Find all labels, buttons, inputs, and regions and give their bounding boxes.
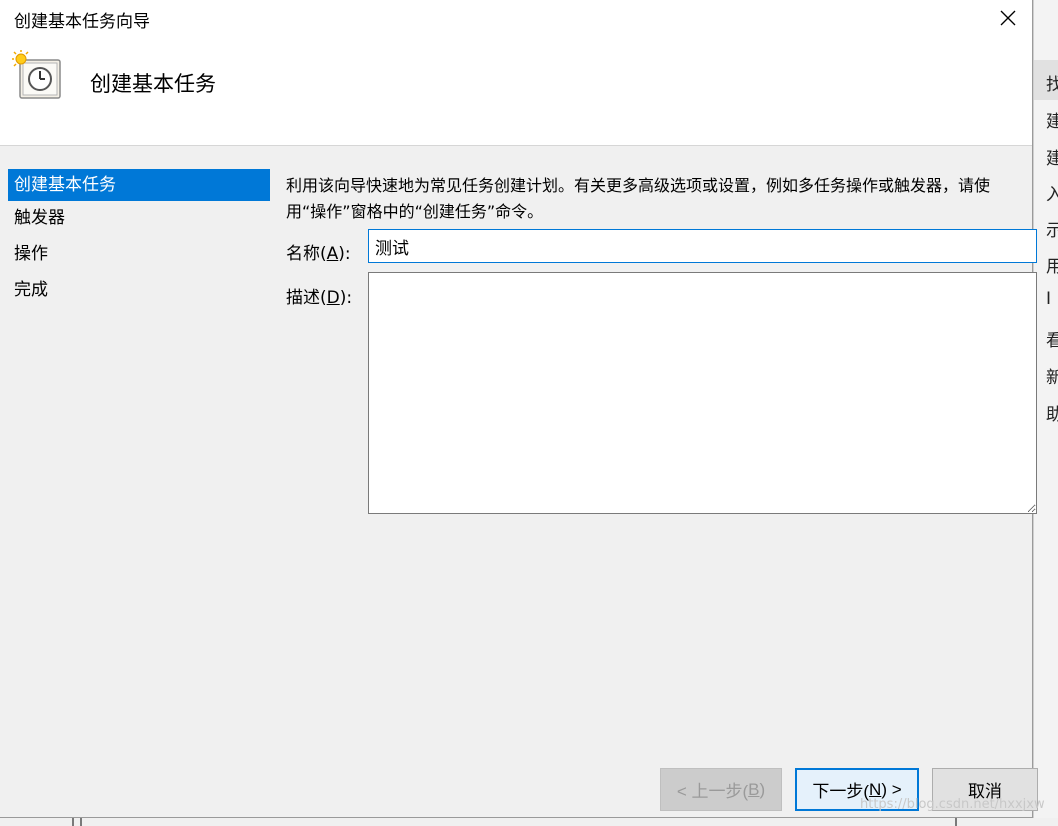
- background-text: 助: [1046, 400, 1058, 425]
- wizard-header: 创建基本任务: [0, 36, 1032, 146]
- wizard-description: 利用该向导快速地为常见任务创建计划。有关更多高级选项或设置，例如多任务操作或触发…: [286, 176, 991, 221]
- description-label-text: 描述(: [286, 288, 327, 308]
- background-bottom: [0, 818, 1058, 826]
- background-text: I: [1046, 289, 1052, 309]
- back-button[interactable]: < 上一步(B): [660, 768, 782, 811]
- background-text: 示: [1046, 216, 1058, 241]
- close-button[interactable]: [990, 0, 1026, 36]
- description-label: 描述(D):: [286, 283, 352, 308]
- name-label-suffix: ):: [338, 244, 351, 264]
- back-button-suffix: ): [759, 779, 766, 799]
- description-label-suffix: ):: [339, 288, 353, 308]
- close-icon: [1000, 10, 1016, 26]
- window-title: 创建基本任务向导: [14, 12, 150, 32]
- description-label-accesskey: D: [326, 288, 340, 308]
- back-button-label: < 上一步(: [676, 782, 749, 801]
- name-input[interactable]: [368, 229, 1037, 263]
- watermark-text: https://blog.csdn.net/hxxjxw: [860, 797, 1045, 812]
- background-text: 入: [1046, 180, 1058, 205]
- background-text: 建: [1046, 144, 1058, 169]
- step-trigger[interactable]: 触发器: [8, 202, 270, 234]
- title-bar: 创建基本任务向导: [0, 0, 1032, 36]
- wizard-content: 利用该向导快速地为常见任务创建计划。有关更多高级选项或设置，例如多任务操作或触发…: [276, 147, 1037, 797]
- background-divider: [72, 818, 74, 826]
- clock-sun-icon: [12, 50, 61, 99]
- background-text: 新: [1046, 363, 1058, 388]
- page-title: 创建基本任务: [90, 72, 216, 96]
- name-label-accesskey: A: [326, 244, 339, 264]
- background-text: 看: [1046, 326, 1058, 351]
- background-text: 用: [1046, 252, 1058, 277]
- step-action[interactable]: 操作: [8, 238, 270, 270]
- name-label: 名称(A):: [286, 239, 351, 264]
- wizard-steps-nav: 创建基本任务 触发器 操作 完成: [0, 147, 270, 797]
- name-label-text: 名称(: [286, 244, 327, 264]
- step-create-basic-task[interactable]: 创建基本任务: [8, 169, 270, 201]
- step-finish[interactable]: 完成: [8, 274, 270, 306]
- background-divider: [955, 818, 957, 826]
- background-text: 找: [1046, 70, 1058, 95]
- description-textarea[interactable]: [368, 272, 1037, 514]
- background-text: 建: [1046, 107, 1058, 132]
- background-divider: [80, 818, 82, 826]
- wizard-dialog: 创建基本任务向导 创建基本任务 创建基本任务 触发器 操作 完成 利用该向导快速…: [0, 0, 1037, 818]
- back-button-accesskey: B: [748, 779, 760, 799]
